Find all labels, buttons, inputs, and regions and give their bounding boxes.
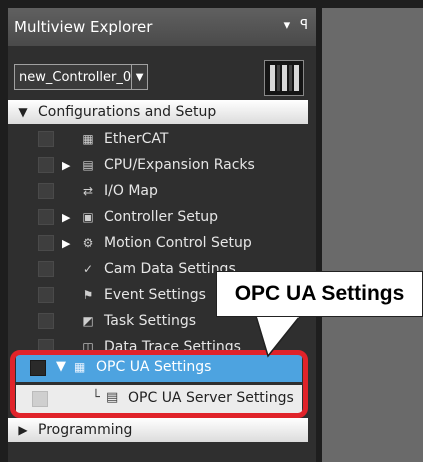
expand-arrow-icon[interactable]: ▶ [62,159,70,172]
explorer-title: Multiview Explorer [14,18,153,36]
cam-icon: ✓ [82,262,94,276]
tree-item-ethercat[interactable]: ▦ EtherCAT [8,126,308,152]
expand-triangle-icon[interactable]: ▶ [8,423,38,437]
tree-item-controller-setup[interactable]: ▶ ▣ Controller Setup [8,204,308,230]
tree-item-label: Event Settings [104,287,206,303]
rack-icon: ▤ [82,158,94,172]
section-label: Configurations and Setup [38,104,217,120]
item-checkbox[interactable] [38,183,54,199]
section-programming[interactable]: ▶ Programming [8,418,308,442]
pin-icon[interactable]: ꟼ [300,18,308,33]
item-checkbox[interactable] [38,287,54,303]
title-controls: ▾ ꟼ [284,18,308,33]
tree-item-label: EtherCAT [104,131,169,147]
controller-device-icon[interactable] [264,60,304,96]
motion-gear-icon: ⚙ [82,236,94,250]
controller-select[interactable]: new_Controller_0 ▼ [14,64,148,90]
highlight-box [10,350,308,418]
item-checkbox[interactable] [38,131,54,147]
item-checkbox[interactable] [38,209,54,225]
task-icon: ◩ [82,314,94,328]
item-checkbox[interactable] [38,235,54,251]
item-checkbox[interactable] [38,261,54,277]
tree-item-label: CPU/Expansion Racks [104,157,255,173]
item-checkbox[interactable] [38,157,54,173]
tree-item-label: Task Settings [104,313,197,329]
expand-arrow-icon[interactable]: ▶ [62,237,70,250]
tree-item-label: Motion Control Setup [104,235,252,251]
collapse-triangle-icon[interactable]: ▼ [8,105,38,119]
tree-item-label: Controller Setup [104,209,219,225]
section-label: Programming [38,422,133,438]
expand-arrow-icon[interactable]: ▶ [62,211,70,224]
tree-item-motion-control-setup[interactable]: ▶ ⚙ Motion Control Setup [8,230,308,256]
ethercat-icon: ▦ [82,132,94,146]
chevron-down-icon[interactable]: ▼ [131,65,147,89]
section-configurations-and-setup[interactable]: ▼ Configurations and Setup [8,100,308,124]
tree-item-cpu-expansion-racks[interactable]: ▶ ▤ CPU/Expansion Racks [8,152,308,178]
dropdown-arrow-icon[interactable]: ▾ [284,18,291,33]
controller-select-value: new_Controller_0 [19,69,132,85]
item-checkbox[interactable] [38,313,54,329]
tree-item-label: I/O Map [104,183,158,199]
explorer-title-bar: Multiview Explorer ▾ ꟼ [8,8,316,46]
controller-setup-icon: ▣ [82,210,94,224]
tree-item-io-map[interactable]: ⇄ I/O Map [8,178,308,204]
io-map-icon: ⇄ [82,184,94,198]
editor-area [322,8,423,462]
callout-label: OPC UA Settings [216,271,423,317]
flag-icon: ⚑ [82,288,94,302]
